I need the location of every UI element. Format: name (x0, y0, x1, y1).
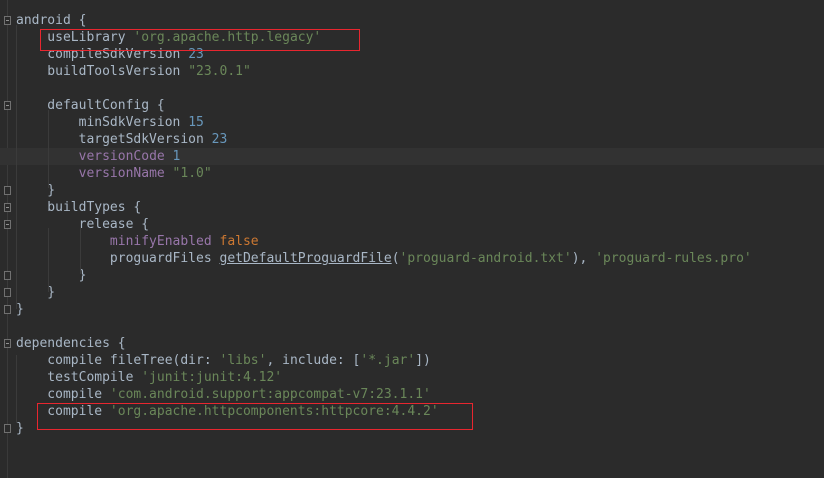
code-token: } (16, 421, 24, 436)
code-token: compile fileTree(dir: (16, 353, 220, 368)
code-line[interactable]: release { (0, 216, 824, 233)
code-token: 'com.android.support:appcompat-v7:23.1.1… (109, 387, 431, 402)
code-token: 1 (172, 149, 181, 164)
code-text: minSdkVersion 15 (16, 114, 204, 131)
code-token: } (16, 302, 24, 317)
indent-guide (80, 228, 81, 274)
fold-marker-icon[interactable] (4, 424, 11, 433)
code-token: buildTypes { (16, 200, 142, 215)
fold-marker-icon[interactable] (4, 16, 11, 25)
indent-guide (48, 228, 49, 292)
code-token: , include: [ (266, 353, 361, 368)
code-text: } (16, 182, 55, 199)
fold-marker-icon[interactable] (4, 271, 11, 280)
code-text: buildToolsVersion "23.0.1" (16, 63, 251, 80)
code-text: } (16, 284, 55, 301)
code-token: '*.jar' (360, 353, 416, 368)
code-text: versionName "1.0" (16, 165, 212, 182)
code-text: minifyEnabled false (16, 233, 259, 250)
code-token: versionCode (78, 149, 173, 164)
code-line[interactable]: proguardFiles getDefaultProguardFile('pr… (0, 250, 824, 267)
code-text: dependencies { (16, 335, 126, 352)
code-token: 'proguard-rules.pro' (595, 251, 752, 266)
code-line[interactable]: defaultConfig { (0, 97, 824, 114)
code-text: } (16, 301, 24, 318)
code-token: false (219, 234, 259, 249)
fold-marker-icon[interactable] (4, 288, 11, 297)
indent-guide (16, 25, 17, 309)
code-line[interactable]: versionCode 1 (0, 148, 824, 165)
code-text: } (16, 267, 87, 284)
code-token: minSdkVersion (16, 115, 189, 130)
code-token: 'libs' (219, 353, 267, 368)
code-token: proguardFiles (16, 251, 220, 266)
code-line[interactable]: targetSdkVersion 23 (0, 131, 824, 148)
code-line[interactable]: compile 'com.android.support:appcompat-v… (0, 386, 824, 403)
fold-marker-icon[interactable] (4, 186, 11, 195)
highlight-box-httpcore (37, 403, 473, 430)
code-text: proguardFiles getDefaultProguardFile('pr… (16, 250, 752, 267)
code-token: versionName (78, 166, 173, 181)
code-token: 15 (188, 115, 204, 130)
code-text: release { (16, 216, 149, 233)
code-line[interactable]: buildToolsVersion "23.0.1" (0, 63, 824, 80)
code-text: defaultConfig { (16, 97, 165, 114)
fold-marker-icon[interactable] (4, 339, 11, 348)
code-token: targetSdkVersion (16, 132, 212, 147)
code-token: ]) (415, 353, 431, 368)
indent-guide (16, 355, 17, 423)
code-line[interactable]: buildTypes { (0, 199, 824, 216)
code-token: minifyEnabled (109, 234, 220, 249)
code-token: "23.0.1" (188, 64, 251, 79)
code-token: } (16, 268, 87, 283)
code-line[interactable]: minifyEnabled false (0, 233, 824, 250)
code-token: ( (391, 251, 400, 266)
code-token: getDefaultProguardFile (219, 251, 392, 266)
indent-guide (48, 110, 49, 188)
code-line[interactable]: } (0, 182, 824, 199)
code-token: compile (16, 387, 110, 402)
code-text: testCompile 'junit:junit:4.12' (16, 369, 282, 386)
code-line[interactable]: compile fileTree(dir: 'libs', include: [… (0, 352, 824, 369)
highlight-box-uselibrary (40, 29, 360, 51)
code-line[interactable] (0, 80, 824, 97)
fold-marker-icon[interactable] (4, 101, 11, 110)
fold-marker-icon[interactable] (4, 220, 11, 229)
code-token: 'junit:junit:4.12' (141, 370, 283, 385)
code-line[interactable]: android { (0, 12, 824, 29)
code-token: release { (16, 217, 150, 232)
code-text: } (16, 420, 24, 437)
code-token: defaultConfig { (16, 98, 165, 113)
code-line[interactable]: } (0, 301, 824, 318)
fold-marker-icon[interactable] (4, 305, 11, 314)
code-token: ), (571, 251, 596, 266)
code-line[interactable]: minSdkVersion 15 (0, 114, 824, 131)
code-token: } (16, 285, 56, 300)
code-token: 23 (211, 132, 228, 147)
code-token: 'proguard-android.txt' (399, 251, 572, 266)
code-token: } (16, 183, 56, 198)
code-line[interactable]: dependencies { (0, 335, 824, 352)
code-text: compile fileTree(dir: 'libs', include: [… (16, 352, 431, 369)
code-editor[interactable]: android { useLibrary 'org.apache.http.le… (0, 0, 824, 478)
code-line[interactable] (0, 318, 824, 335)
code-text: compile 'com.android.support:appcompat-v… (16, 386, 431, 403)
code-line[interactable]: } (0, 267, 824, 284)
code-line[interactable]: testCompile 'junit:junit:4.12' (0, 369, 824, 386)
code-text: buildTypes { (16, 199, 141, 216)
code-token: "1.0" (172, 166, 212, 181)
code-token: testCompile (16, 370, 142, 385)
fold-marker-icon[interactable] (4, 203, 11, 212)
code-token: android { (16, 13, 87, 28)
code-line[interactable]: } (0, 284, 824, 301)
code-line[interactable]: versionName "1.0" (0, 165, 824, 182)
code-token: buildToolsVersion (16, 64, 189, 79)
code-text: android { (16, 12, 86, 29)
code-token: dependencies { (16, 336, 126, 351)
code-text: versionCode 1 (16, 148, 181, 165)
